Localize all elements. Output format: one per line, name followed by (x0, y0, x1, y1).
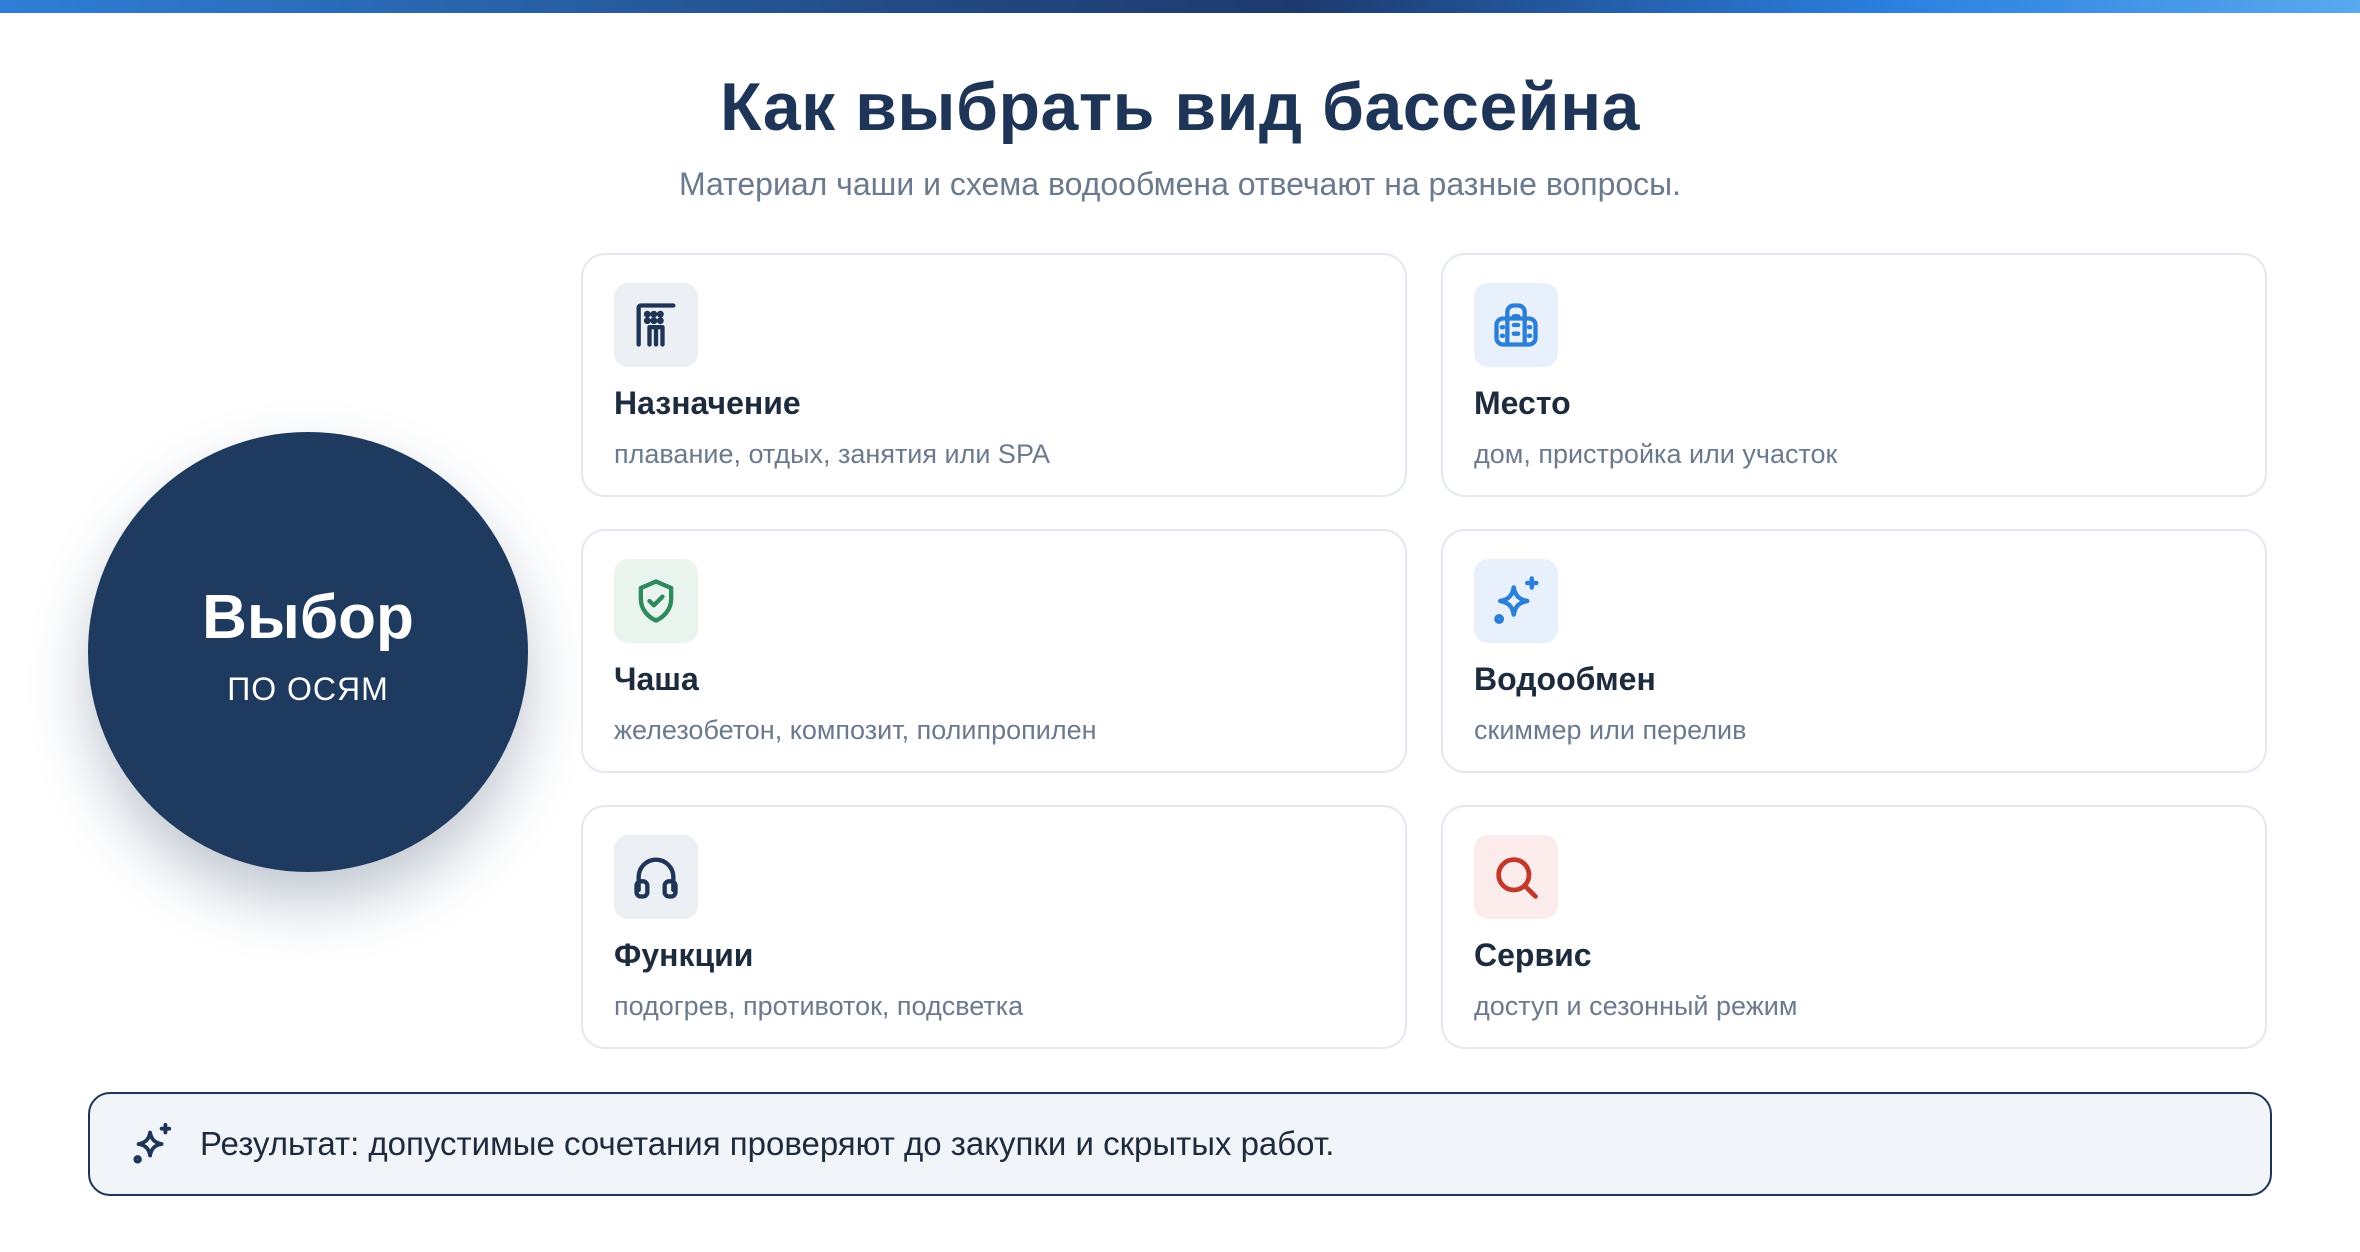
search-icon (1496, 857, 1538, 899)
result-text: Результат: допустимые сочетания проверяю… (200, 1125, 1335, 1162)
card-bowl-icon-box (614, 559, 698, 643)
top-accent-bar (0, 0, 2360, 13)
card-title: Место (1474, 385, 1571, 421)
hub-title: Выбор (202, 582, 414, 652)
hub-circle: Выбор ПО ОСЯМ (88, 432, 528, 872)
card-functions-icon-box (614, 835, 698, 919)
sparkles-icon (1494, 576, 1539, 624)
card-purpose: Назначение плавание, отдых, занятия или … (581, 253, 1407, 497)
page-title: Как выбрать вид бассейна (720, 69, 1640, 145)
card-title: Чаша (614, 661, 699, 697)
result-banner: Результат: допустимые сочетания проверяю… (88, 1092, 2272, 1196)
page-subtitle: Материал чаши и схема водообмена отвечаю… (678, 166, 1682, 202)
card-title: Водообмен (1474, 661, 1656, 697)
hub-subtitle: ПО ОСЯМ (227, 670, 389, 707)
card-service: Сервис доступ и сезонный режим (1441, 805, 2267, 1049)
card-description: железобетон, композит, полипропилен (614, 715, 1097, 745)
card-water-exchange: Водообмен скиммер или перелив (1441, 529, 2267, 773)
card-bowl: Чаша железобетон, композит, полипропилен (581, 529, 1407, 773)
card-functions: Функции подогрев, противоток, подсветка (581, 805, 1407, 1049)
card-description: дом, пристройка или участок (1474, 439, 1838, 469)
card-description: скиммер или перелив (1474, 715, 1747, 745)
card-purpose-icon-box (614, 283, 698, 367)
pool-ladder-icon (636, 303, 676, 347)
card-location-icon-box (1474, 283, 1558, 367)
card-title: Сервис (1474, 937, 1592, 973)
building-icon (1494, 303, 1538, 347)
card-service-icon-box (1474, 835, 1558, 919)
card-description: доступ и сезонный режим (1474, 991, 1798, 1021)
card-title: Функции (614, 937, 754, 973)
headphones-icon (634, 857, 678, 899)
shield-check-icon (638, 579, 674, 623)
sparkles-icon (133, 1122, 172, 1164)
card-location: Место дом, пристройка или участок (1441, 253, 2267, 497)
result-icon-box (128, 1120, 176, 1168)
card-description: подогрев, противоток, подсветка (614, 991, 1024, 1021)
card-water-exchange-icon-box (1474, 559, 1558, 643)
card-title: Назначение (614, 385, 801, 421)
card-description: плавание, отдых, занятия или SPA (614, 439, 1050, 469)
